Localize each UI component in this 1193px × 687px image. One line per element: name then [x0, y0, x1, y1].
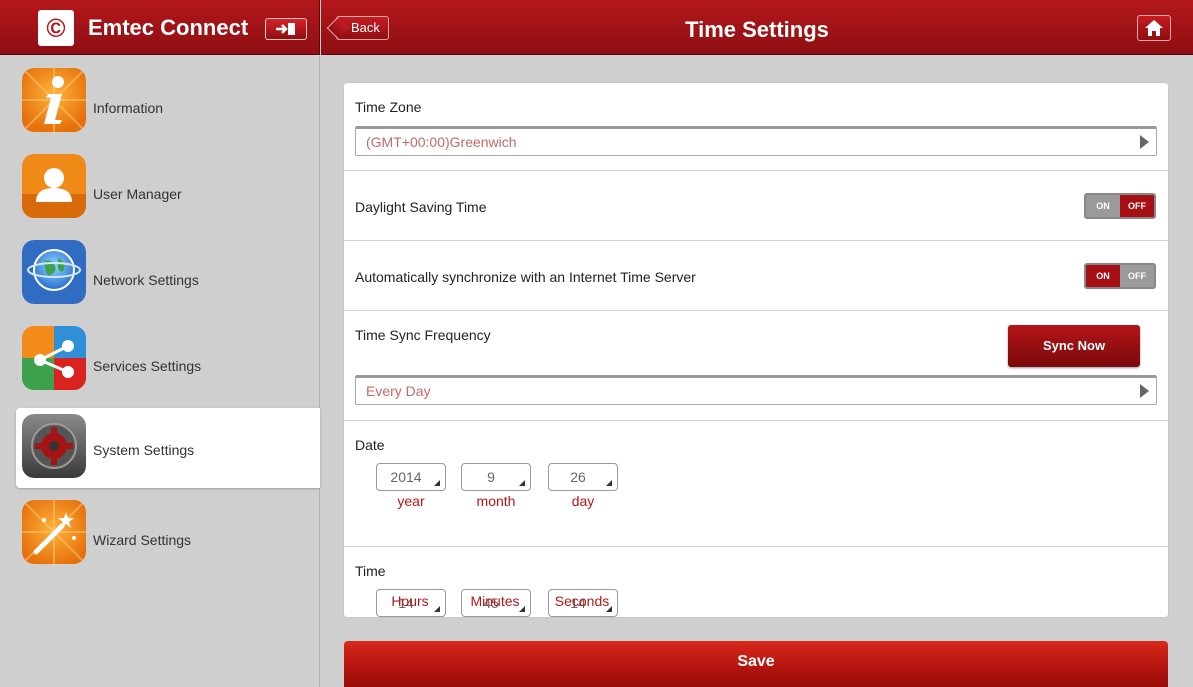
time-zone-label: Time Zone — [355, 99, 422, 115]
time-zone-value: (GMT+00:00)Greenwich — [366, 134, 517, 150]
logout-button[interactable] — [265, 18, 307, 40]
month-stepper[interactable]: 9 — [461, 463, 531, 491]
home-button[interactable] — [1137, 15, 1171, 41]
month-value: 9 — [487, 469, 495, 485]
globe-icon — [22, 240, 86, 304]
info-icon — [22, 68, 86, 132]
date-row: Date 2014 year 9 month 26 day — [344, 421, 1168, 547]
minutes-caption: Minutes — [470, 593, 520, 609]
sidebar-item-label: User Manager — [93, 186, 182, 202]
time-zone-select[interactable]: (GMT+00:00)Greenwich — [355, 126, 1157, 156]
gear-icon — [22, 414, 86, 478]
toggle-off-segment: OFF — [1120, 195, 1154, 217]
sidebar-item-information[interactable]: Information — [16, 64, 320, 144]
title-bar: Time Settings Back — [321, 0, 1193, 55]
back-button[interactable]: Back — [336, 16, 389, 40]
emtec-logo-icon: © — [38, 10, 74, 46]
sidebar-item-services-settings[interactable]: Services Settings — [16, 322, 320, 402]
sync-frequency-row: Time Sync Frequency Sync Now Every Day — [344, 311, 1168, 421]
sidebar-item-label: Wizard Settings — [93, 532, 192, 548]
brand-name: Emtec Connect — [88, 15, 249, 40]
day-caption: day — [571, 493, 595, 509]
sync-now-button[interactable]: Sync Now — [1008, 325, 1140, 367]
sync-frequency-select[interactable]: Every Day — [355, 375, 1157, 405]
daylight-saving-toggle[interactable]: ON OFF — [1084, 193, 1156, 219]
settings-panel: Time Zone (GMT+00:00)Greenwich Daylight … — [343, 82, 1169, 618]
back-label: Back — [351, 20, 380, 35]
sync-frequency-value: Every Day — [366, 383, 431, 399]
sidebar-item-system-settings[interactable]: System Settings — [16, 408, 320, 488]
sidebar-item-label: Network Settings — [93, 272, 199, 288]
sidebar-item-user-manager[interactable]: User Manager — [16, 150, 320, 230]
seconds-caption: Seconds — [554, 593, 610, 609]
logout-icon — [276, 23, 295, 35]
year-caption: year — [397, 493, 425, 509]
chevron-right-icon — [1140, 135, 1149, 149]
auto-sync-label: Automatically synchronize with an Intern… — [355, 269, 696, 285]
hours-caption: Hours — [391, 593, 429, 609]
resize-corner-icon — [434, 480, 440, 486]
date-label: Date — [355, 437, 385, 453]
sidebar-item-wizard-settings[interactable]: Wizard Settings — [16, 496, 320, 576]
sidebar-item-label: Services Settings — [93, 358, 202, 374]
chevron-right-icon — [1140, 384, 1149, 398]
time-label: Time — [355, 563, 386, 579]
brand-bar: © Emtec Connect — [0, 0, 320, 55]
sidebar-item-network-settings[interactable]: Network Settings — [16, 236, 320, 316]
auto-sync-row: Automatically synchronize with an Intern… — [344, 241, 1168, 311]
sync-frequency-label: Time Sync Frequency — [355, 327, 491, 343]
daylight-saving-label: Daylight Saving Time — [355, 199, 487, 215]
resize-corner-icon — [519, 480, 525, 486]
month-caption: month — [476, 493, 516, 509]
day-value: 26 — [570, 469, 586, 485]
year-value: 2014 — [390, 469, 422, 485]
sidebar-item-label: Information — [93, 100, 164, 116]
share-icon — [22, 326, 86, 390]
magic-wand-icon — [22, 500, 86, 564]
auto-sync-toggle[interactable]: ON OFF — [1084, 263, 1156, 289]
toggle-off-segment: OFF — [1120, 265, 1154, 287]
sidebar-item-label: System Settings — [93, 442, 195, 458]
toggle-on-segment: ON — [1086, 265, 1120, 287]
home-icon — [1145, 20, 1163, 36]
year-stepper[interactable]: 2014 — [376, 463, 446, 491]
daylight-saving-row: Daylight Saving Time ON OFF — [344, 171, 1168, 241]
save-button[interactable]: Save — [344, 641, 1168, 687]
time-zone-row: Time Zone (GMT+00:00)Greenwich — [344, 83, 1168, 171]
resize-corner-icon — [606, 480, 612, 486]
day-stepper[interactable]: 26 — [548, 463, 618, 491]
page-title: Time Settings — [685, 17, 829, 42]
sidebar: Information User Manager Network Setting — [0, 56, 320, 687]
user-icon — [22, 154, 86, 218]
toggle-on-segment: ON — [1086, 195, 1120, 217]
